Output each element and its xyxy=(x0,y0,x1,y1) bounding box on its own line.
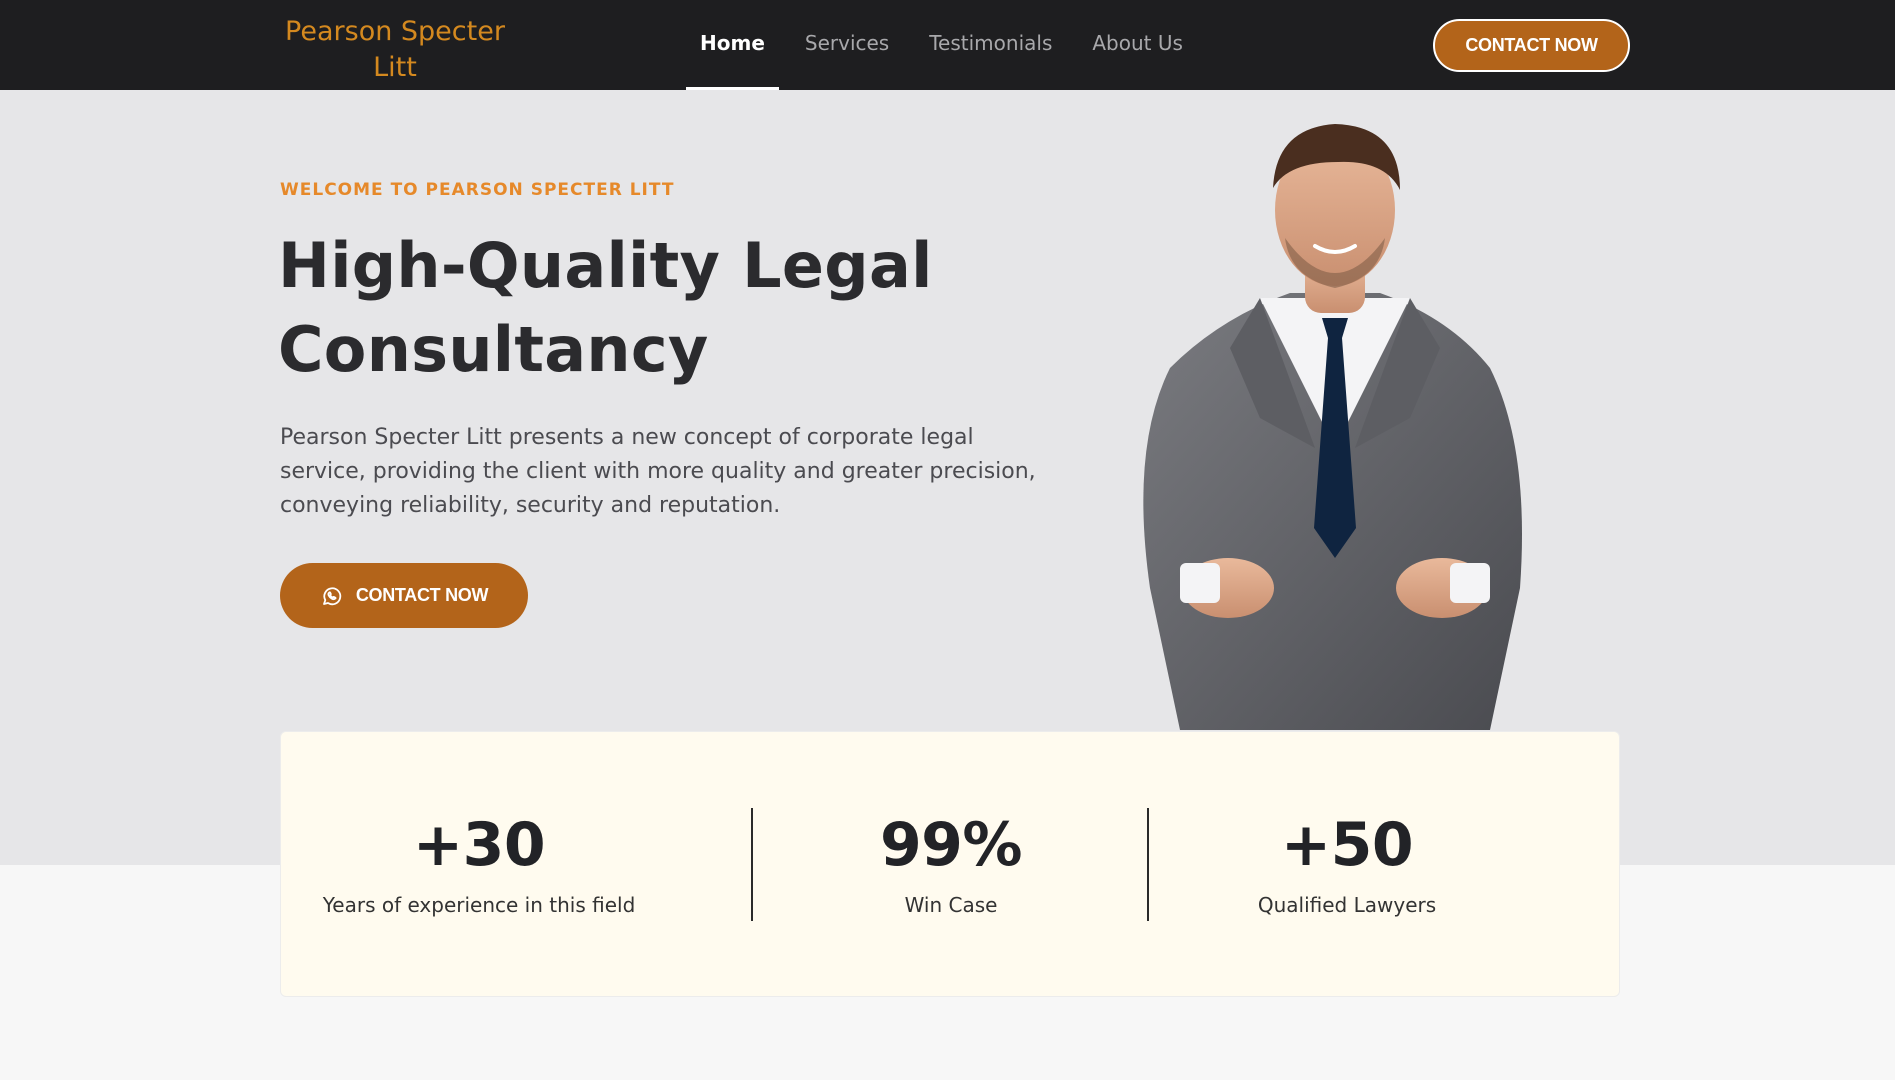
main-nav: Home Services Testimonials About Us xyxy=(680,0,1203,90)
stat-label: Years of experience in this field xyxy=(322,893,636,917)
stat-value: +30 xyxy=(412,810,546,880)
nav-item-home[interactable]: Home xyxy=(680,0,785,90)
hero-eyebrow: WELCOME TO PEARSON SPECTER LITT xyxy=(280,180,675,200)
stat-value: +50 xyxy=(1280,810,1414,880)
hero-description: Pearson Specter Litt presents a new conc… xyxy=(280,425,1036,518)
stat-value: 99% xyxy=(879,810,1023,880)
stat-lawyers: +50 Qualified Lawyers xyxy=(1149,732,1545,998)
hero-contact-button-label: CONTACT NOW xyxy=(355,585,489,605)
hero-headline: High-Quality Legal Consultancy xyxy=(278,229,933,386)
nav-item-about-us[interactable]: About Us xyxy=(1072,0,1203,90)
top-navbar: Pearson Specter Litt Home Services Testi… xyxy=(0,0,1895,90)
stats-card: +30 Years of experience in this field 99… xyxy=(280,731,1620,997)
stat-win-case: 99% Win Case xyxy=(753,732,1149,998)
stat-experience: +30 Years of experience in this field xyxy=(281,732,677,998)
hero-contact-button[interactable]: CONTACT NOW xyxy=(280,563,528,628)
nav-item-testimonials[interactable]: Testimonials xyxy=(909,0,1072,90)
stat-label: Win Case xyxy=(904,893,998,917)
stat-label: Qualified Lawyers xyxy=(1257,893,1437,917)
whatsapp-icon xyxy=(322,586,341,605)
brand-logo-text[interactable]: Pearson Specter Litt xyxy=(270,14,520,86)
header-contact-button[interactable]: CONTACT NOW xyxy=(1433,19,1630,72)
lawyer-portrait-image xyxy=(1143,124,1522,730)
nav-item-services[interactable]: Services xyxy=(785,0,909,90)
